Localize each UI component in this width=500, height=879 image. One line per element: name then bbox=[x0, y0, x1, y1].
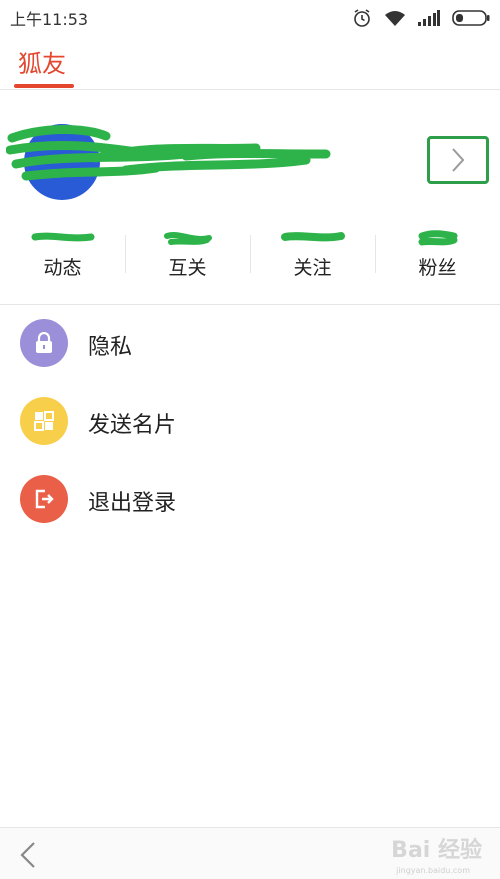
menu-item-label: 发送名片 bbox=[88, 413, 177, 438]
status-bar: 上午11:53 bbox=[0, 0, 500, 36]
watermark: Bai 经验 bbox=[391, 838, 482, 863]
redacted-count bbox=[163, 232, 212, 245]
status-icons bbox=[352, 8, 490, 28]
qr-card-icon bbox=[20, 397, 68, 445]
stat-label: 关注 bbox=[293, 257, 332, 279]
menu-list: 隐私 发送名片 退出登录 bbox=[0, 305, 500, 539]
logout-icon bbox=[20, 475, 68, 523]
watermark-url: jingyan.baidu.com bbox=[396, 866, 470, 875]
redacted-count bbox=[418, 230, 457, 246]
back-icon[interactable] bbox=[14, 840, 42, 870]
stat-label: 粉丝 bbox=[418, 257, 457, 279]
menu-item-label: 隐私 bbox=[88, 335, 133, 360]
wifi-icon bbox=[384, 9, 406, 27]
profile-card[interactable]: 动态 互关 关注 粉丝 bbox=[0, 90, 500, 305]
title-bar: 狐友 bbox=[0, 36, 500, 90]
menu-item-send-card[interactable]: 发送名片 bbox=[0, 383, 500, 461]
redacted-count bbox=[280, 232, 345, 242]
profile-detail-button[interactable] bbox=[427, 136, 489, 184]
stat-posts[interactable]: 动态 bbox=[0, 225, 125, 285]
stat-following[interactable]: 关注 bbox=[250, 225, 375, 285]
alarm-icon bbox=[352, 8, 372, 28]
redacted-count bbox=[31, 232, 94, 242]
stat-mutual[interactable]: 互关 bbox=[125, 225, 250, 285]
menu-item-logout[interactable]: 退出登录 bbox=[0, 461, 500, 539]
status-time: 上午11:53 bbox=[10, 10, 89, 29]
menu-item-label: 退出登录 bbox=[88, 491, 177, 516]
title-underline bbox=[14, 84, 74, 88]
menu-item-privacy[interactable]: 隐私 bbox=[0, 305, 500, 383]
chevron-right-icon bbox=[452, 148, 465, 172]
redacted-name bbox=[6, 125, 331, 181]
stat-followers[interactable]: 粉丝 bbox=[375, 225, 500, 285]
lock-icon bbox=[20, 319, 68, 367]
stat-label: 动态 bbox=[43, 257, 82, 279]
signal-icon bbox=[418, 10, 440, 26]
page-title[interactable]: 狐友 bbox=[18, 44, 66, 79]
stats-row: 动态 互关 关注 粉丝 bbox=[0, 225, 500, 285]
bottom-nav-bar: Bai 经验 jingyan.baidu.com bbox=[0, 827, 500, 879]
battery-icon bbox=[452, 10, 490, 26]
stat-label: 互关 bbox=[168, 257, 207, 279]
